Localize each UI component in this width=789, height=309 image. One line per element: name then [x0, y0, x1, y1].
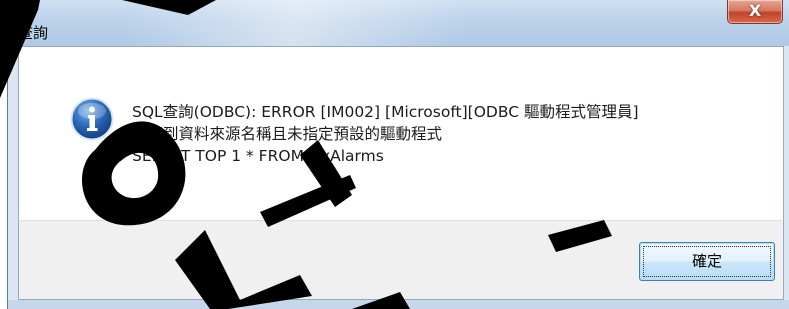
message-line: SQL查詢(ODBC): ERROR [IM002] [Microsoft][O… — [132, 103, 639, 121]
title-bar[interactable]: 查詢 X — [8, 0, 789, 46]
window-frame-bottom — [8, 300, 789, 309]
message-area: SQL查詢(ODBC): ERROR [IM002] [Microsoft][O… — [18, 46, 784, 220]
message-text: SQL查詢(ODBC): ERROR [IM002] [Microsoft][O… — [132, 101, 639, 167]
window-title: 查詢 — [18, 24, 49, 42]
ok-button-label: 確定 — [691, 252, 722, 270]
screen: 查詢 X SQL查詢(ODBC): ERROR [IM002] [Microso… — [0, 0, 789, 309]
ok-button[interactable]: 確定 — [639, 242, 775, 281]
close-icon: X — [748, 1, 762, 20]
close-button[interactable]: X — [727, 0, 783, 24]
message-dialog: 查詢 X SQL查詢(ODBC): ERROR [IM002] [Microso… — [7, 0, 789, 309]
title-bar-highlight — [128, 0, 548, 46]
info-icon — [70, 97, 114, 141]
message-line: 找不到資料來源名稱且未指定預設的驅動程式 — [132, 125, 443, 143]
message-line: SELECT TOP 1 * FROM FixAlarms — [132, 147, 384, 165]
button-bar: 確定 — [18, 220, 784, 300]
